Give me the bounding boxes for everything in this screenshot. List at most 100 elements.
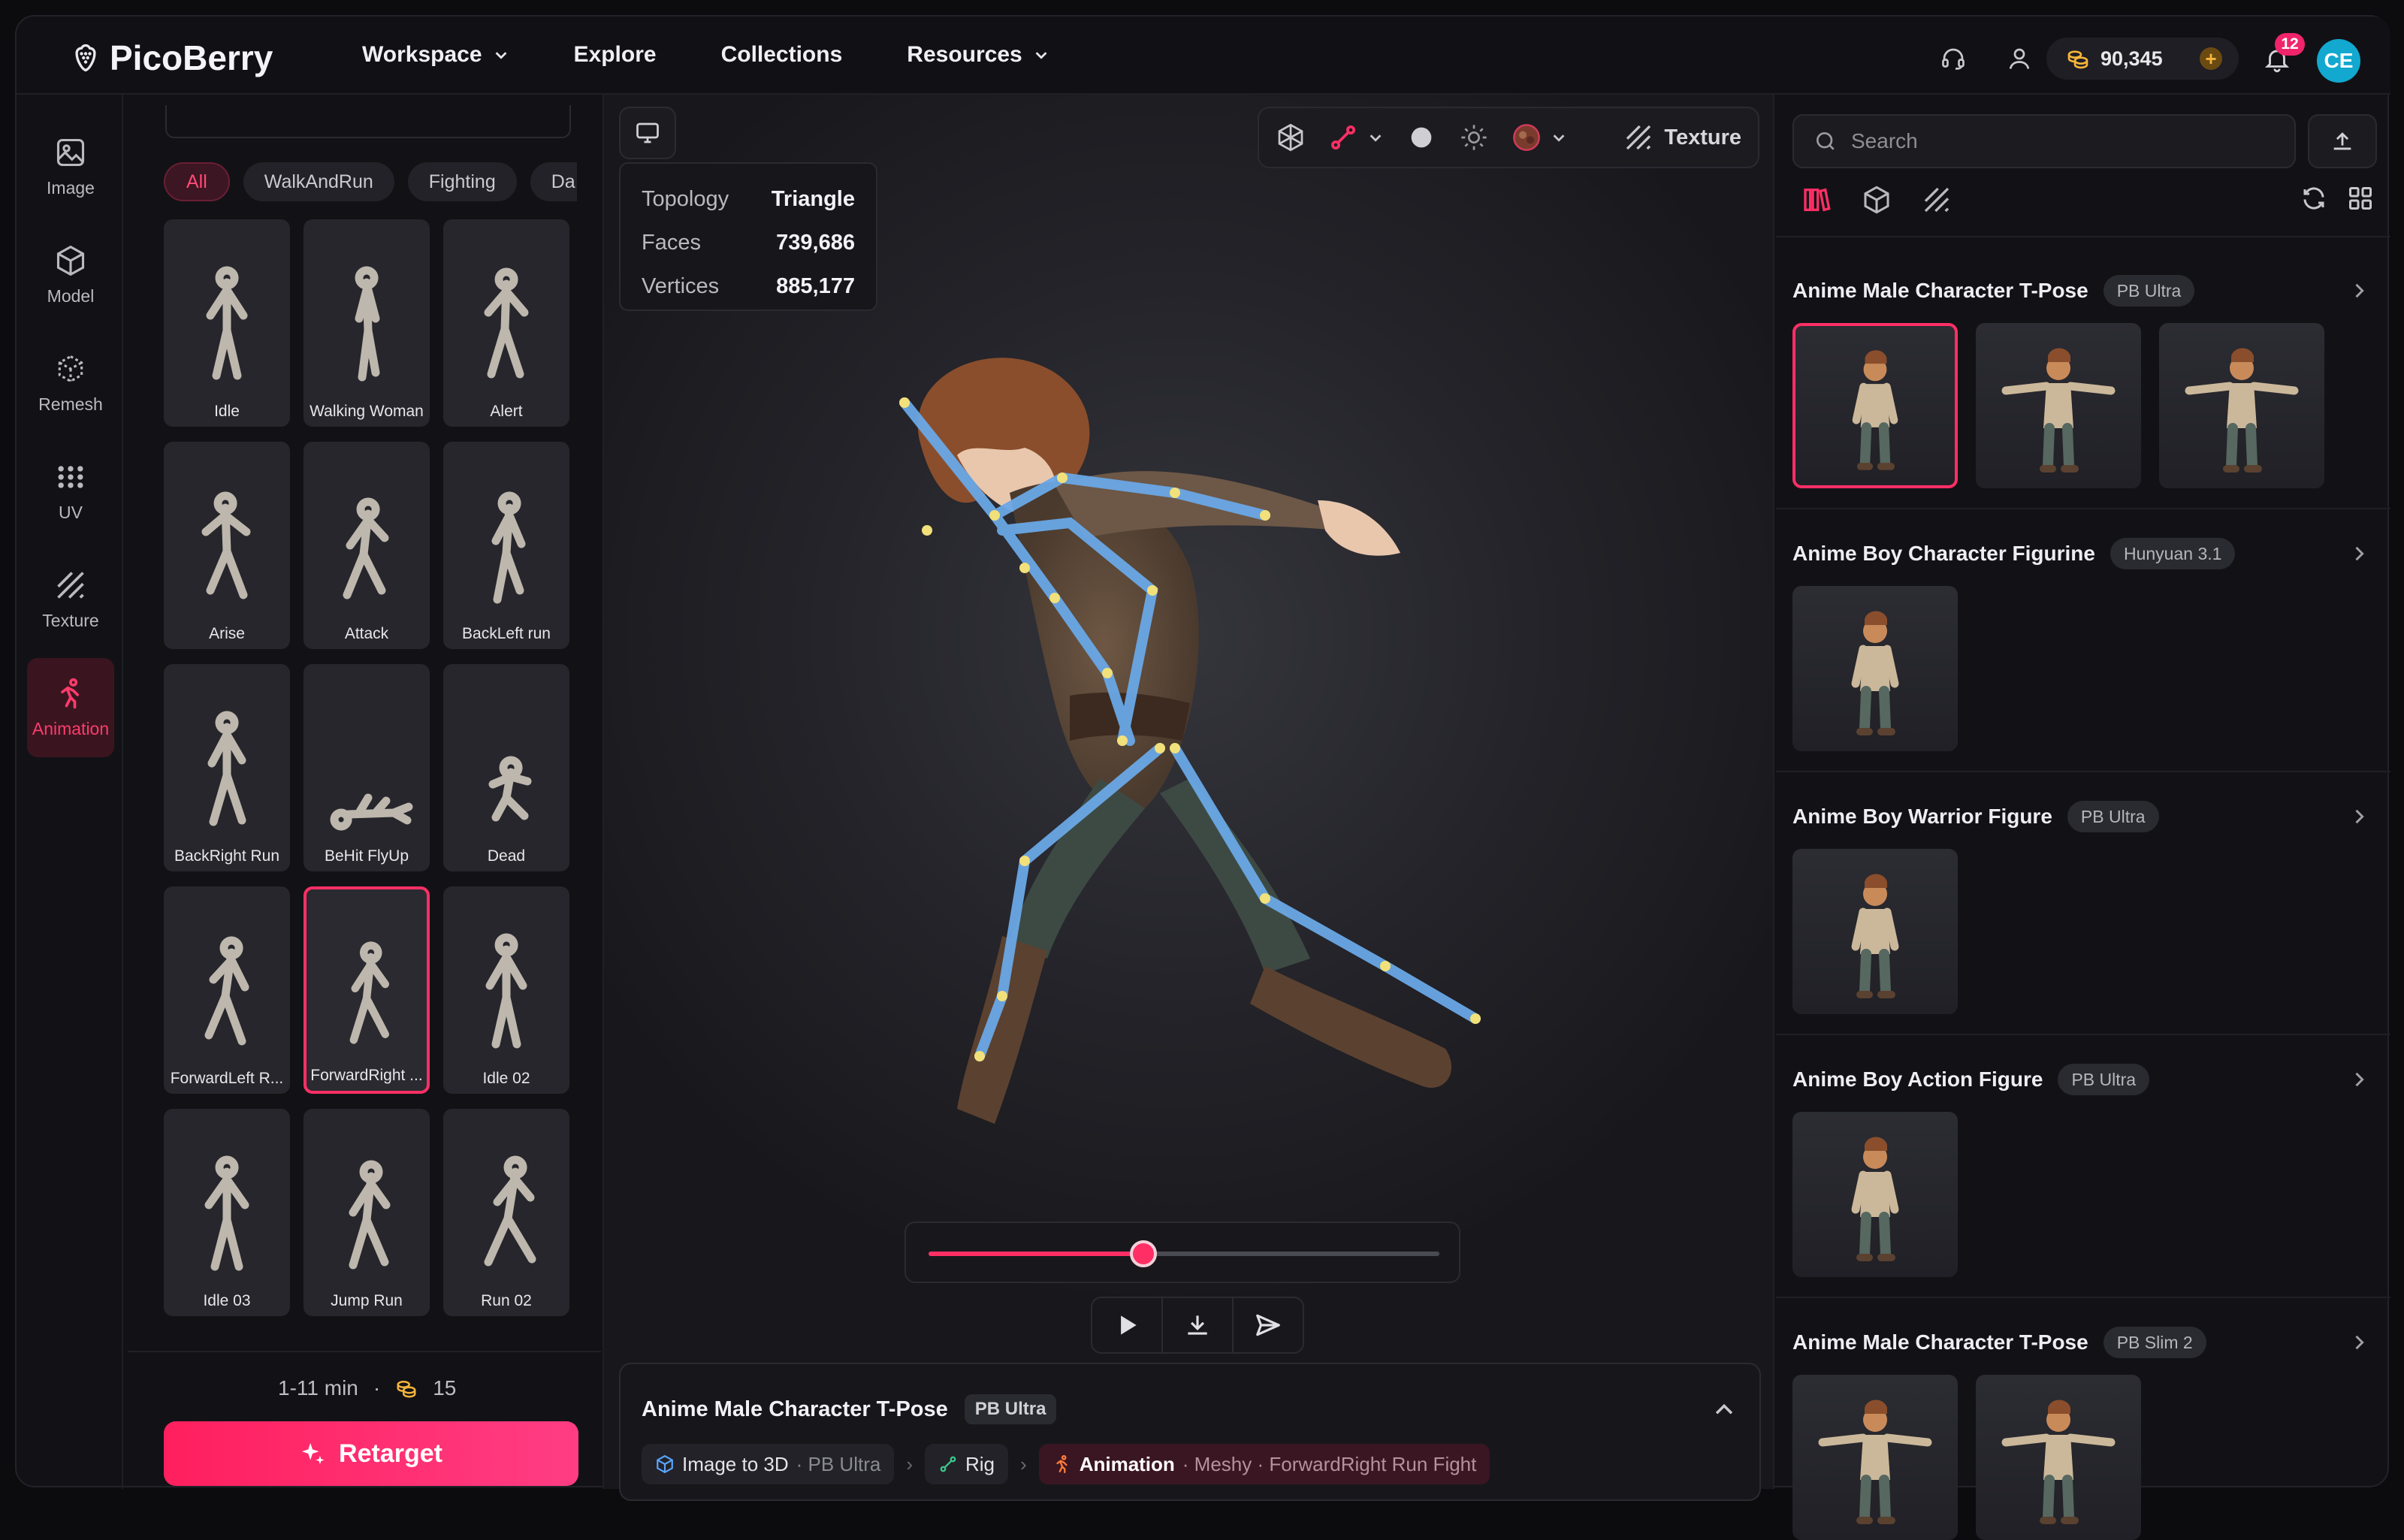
timeline-scrubber-handle[interactable] [1129,1240,1157,1267]
nav-resources[interactable]: Resources [907,42,1049,68]
animation-library-panel: All WalkAndRun Fighting Da Idle Walking W… [128,95,601,1489]
asset-thumbnail[interactable] [1792,323,1958,488]
texture-toggle[interactable]: Texture [1623,122,1741,152]
pipeline-step-image-to-3d[interactable]: Image to 3D · PB Ultra [642,1444,895,1484]
play-button[interactable] [1092,1298,1163,1352]
panel-divider [1776,236,2390,237]
animation-card[interactable]: Jump Run [304,1109,430,1316]
upload-button[interactable] [2308,114,2377,168]
animation-card-label: Run 02 [481,1292,532,1309]
display-mode-button[interactable] [619,107,676,159]
upload-icon [2333,132,2351,150]
asset-thumbnail[interactable] [1792,586,1958,751]
tool-remesh[interactable]: Remesh [27,334,114,433]
tool-uv[interactable]: UV [27,442,114,541]
animation-card[interactable]: Dead [443,664,569,871]
chevron-right-icon[interactable] [2348,1069,2369,1090]
nav-workspace[interactable]: Workspace [362,42,509,68]
3d-viewport[interactable]: Topology Triangle Faces 739,686 Vertices 88… [603,95,1774,1501]
asset-thumbnail[interactable] [1792,1112,1958,1277]
asset-group-header[interactable]: Anime Male Character T-Pose PB Ultra [1792,272,2380,310]
lighting-icon[interactable] [1459,122,1489,152]
rigged-character-model[interactable] [874,343,1551,1206]
asset-thumbnail[interactable] [1792,849,1958,1014]
brand-logo[interactable]: PicoBerry [69,38,273,77]
tool-animation[interactable]: Animation [27,658,114,757]
user-avatar[interactable]: CE [2317,39,2360,83]
asset-group-header[interactable]: Anime Boy Action Figure PB Ultra [1792,1061,2380,1098]
chevron-up-icon[interactable] [1711,1397,1737,1423]
animation-pose-preview [204,1155,249,1271]
animation-card[interactable]: Idle 02 [443,886,569,1094]
animation-card-label: Walking Woman [310,403,424,420]
grid-view-icon[interactable] [2347,185,2374,212]
chevron-right-icon[interactable] [2348,543,2369,564]
material-sphere-icon[interactable] [1406,122,1436,152]
timeline-progress [929,1252,1143,1256]
animation-card[interactable]: Idle 03 [164,1109,290,1316]
timeline-slider[interactable] [905,1221,1460,1283]
texture-icon[interactable] [1922,185,1952,215]
animation-card-label: Alert [490,403,523,420]
wireframe-icon[interactable] [1276,122,1306,152]
download-button[interactable] [1163,1298,1234,1352]
model-info-panel: Anime Male Character T-Pose PB Ultra Ima… [619,1363,1761,1501]
animation-card[interactable]: Run 02 [443,1109,569,1316]
animation-card[interactable]: ForwardLeft R... [164,886,290,1094]
credits-amount: 90,345 [2100,47,2163,70]
chevron-down-icon[interactable] [1367,129,1384,146]
timeline-track[interactable] [929,1240,1439,1267]
tool-model[interactable]: Model [27,225,114,325]
headset-support-icon[interactable] [1940,45,1967,72]
filter-chip-fighting[interactable]: Fighting [407,162,517,201]
nav-explore[interactable]: Explore [574,42,657,68]
animation-card[interactable]: BackLeft run [443,442,569,649]
tool-image[interactable]: Image [27,117,114,216]
pipeline-step-rig[interactable]: Rig [925,1444,1009,1484]
asset-thumbnail[interactable] [1976,1375,2141,1540]
animation-card[interactable]: BackRight Run [164,664,290,871]
image-icon [56,138,85,166]
refresh-icon[interactable] [2300,185,2327,212]
tool-model-label: Model [47,285,95,306]
asset-group-header[interactable]: Anime Male Character T-Pose PB Slim 2 [1792,1324,2380,1361]
chevron-right-icon[interactable] [2348,1332,2369,1353]
animation-card[interactable]: ForwardRight ... [304,886,430,1094]
filter-chip-walkandrun[interactable]: WalkAndRun [243,162,394,201]
animation-card[interactable]: Arise [164,442,290,649]
animation-card[interactable]: BeHit FlyUp [304,664,430,871]
running-figure-icon [61,678,79,708]
chevron-right-icon[interactable] [2348,806,2369,827]
filter-chip-truncated[interactable]: Da [530,162,577,201]
character-thumbnail-figure [1851,1137,1899,1261]
bone-rig-icon[interactable] [1328,122,1358,152]
pipeline-step-animation[interactable]: Animation · Meshy · ForwardRight Run Fig… [1038,1444,1490,1484]
credits-balance[interactable]: 90,345 + [2046,38,2239,80]
add-credits-button[interactable]: + [2200,47,2222,70]
user-profile-icon[interactable] [2006,45,2033,72]
asset-thumbnail[interactable] [2159,323,2324,488]
chevron-right-icon[interactable] [2348,280,2369,301]
tool-texture[interactable]: Texture [27,550,114,649]
environment-map-icon[interactable] [1512,122,1542,152]
cube-icon[interactable] [1862,185,1892,215]
library-search-field[interactable] [165,105,571,138]
asset-search-input[interactable]: Search [1792,114,2296,168]
nav-collections[interactable]: Collections [721,42,843,68]
stat-topology: Topology Triangle [642,177,855,221]
animation-card[interactable]: Walking Woman [304,219,430,427]
asset-thumbnail[interactable] [1976,323,2141,488]
animation-card[interactable]: Attack [304,442,430,649]
retarget-button[interactable]: Retarget [164,1421,578,1486]
animation-pose-preview [349,941,389,1044]
asset-group-header[interactable]: Anime Boy Warrior Figure PB Ultra [1792,798,2380,835]
filter-chip-all[interactable]: All [164,162,230,201]
library-books-icon[interactable] [1801,185,1832,215]
asset-thumbnail[interactable] [1792,1375,1958,1540]
animation-card[interactable]: Alert [443,219,569,427]
animation-card[interactable]: Idle [164,219,290,427]
send-button[interactable] [1234,1298,1303,1352]
panel-divider [128,1351,601,1352]
asset-group-header[interactable]: Anime Boy Character Figurine Hunyuan 3.1 [1792,535,2380,572]
chevron-down-icon[interactable] [1551,129,1567,146]
